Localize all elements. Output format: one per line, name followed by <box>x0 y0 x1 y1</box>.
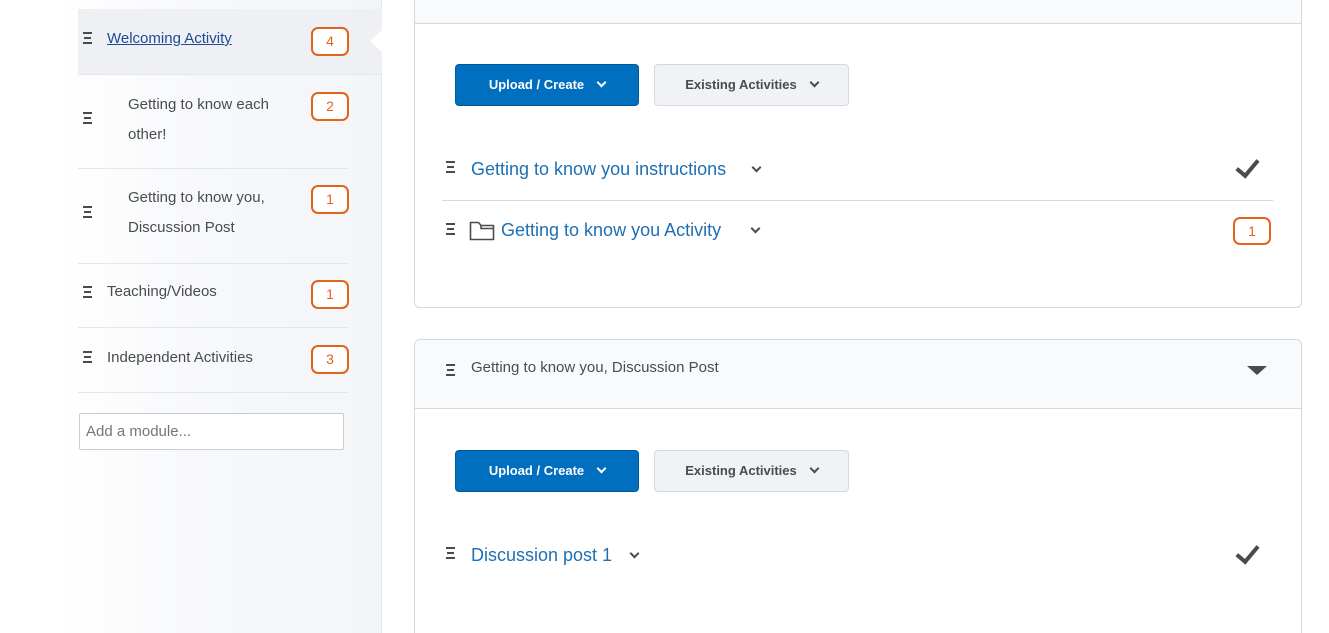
chevron-down-icon <box>809 77 820 88</box>
count-badge: 4 <box>311 27 349 56</box>
chevron-down-icon <box>809 463 820 474</box>
count-badge: 2 <box>311 92 349 121</box>
count-badge: 1 <box>311 185 349 214</box>
count-badge: 3 <box>311 345 349 374</box>
drag-handle-icon[interactable] <box>446 223 456 235</box>
sidebar-item-label[interactable]: Getting to know you, Discussion Post <box>128 183 298 243</box>
drag-handle-icon[interactable] <box>83 206 93 218</box>
section-title: Getting to know you, Discussion Post <box>471 359 719 376</box>
topic-divider <box>442 200 1273 201</box>
drag-handle-icon[interactable] <box>83 351 93 363</box>
drag-handle-icon[interactable] <box>446 161 456 173</box>
upload-create-label: Upload / Create <box>488 77 585 92</box>
sidebar-item-label[interactable]: Independent Activities <box>107 343 253 373</box>
existing-activities-button[interactable]: Existing Activities <box>654 64 849 106</box>
module-panel-welcoming-activity <box>414 0 1302 308</box>
sidebar-item-discussion-post[interactable]: Getting to know you, Discussion Post 1 <box>78 169 349 264</box>
drag-handle-icon[interactable] <box>83 32 93 44</box>
upload-create-label: Upload / Create <box>488 463 585 478</box>
count-badge: 1 <box>1233 217 1271 245</box>
sidebar-item-label[interactable]: Getting to know each other! <box>128 90 298 150</box>
sidebar-item-getting-to-know-each-other[interactable]: Getting to know each other! 2 <box>78 75 349 169</box>
existing-activities-button[interactable]: Existing Activities <box>654 450 849 492</box>
existing-activities-label: Existing Activities <box>685 463 797 478</box>
topic-link[interactable]: Discussion post 1 <box>471 543 612 567</box>
chevron-down-icon <box>596 463 607 474</box>
sidebar-item-independent-activities[interactable]: Independent Activities 3 <box>78 328 349 393</box>
drag-handle-icon[interactable] <box>446 364 456 376</box>
upload-create-button[interactable]: Upload / Create <box>455 64 639 106</box>
topic-link[interactable]: Getting to know you Activity <box>501 218 721 242</box>
sidebar-item-welcoming-activity[interactable]: Welcoming Activity 4 <box>78 9 383 75</box>
existing-activities-label: Existing Activities <box>685 77 797 92</box>
drag-handle-icon[interactable] <box>83 112 93 124</box>
chevron-down-icon <box>596 77 607 88</box>
panel-header <box>415 0 1301 24</box>
drag-handle-icon[interactable] <box>83 286 93 298</box>
topic-link[interactable]: Getting to know you instructions <box>471 157 726 181</box>
sidebar-item-label[interactable]: Teaching/Videos <box>107 277 217 307</box>
sidebar-item-label[interactable]: Welcoming Activity <box>107 24 232 54</box>
add-module-input[interactable] <box>79 413 344 450</box>
module-sidebar: Welcoming Activity 4 Getting to know eac… <box>0 0 383 633</box>
drag-handle-icon[interactable] <box>446 547 456 559</box>
collapse-caret-icon[interactable] <box>1247 366 1267 375</box>
sidebar-item-teaching-videos[interactable]: Teaching/Videos 1 <box>78 264 349 328</box>
upload-create-button[interactable]: Upload / Create <box>455 450 639 492</box>
folder-icon <box>469 221 495 241</box>
count-badge: 1 <box>311 280 349 309</box>
